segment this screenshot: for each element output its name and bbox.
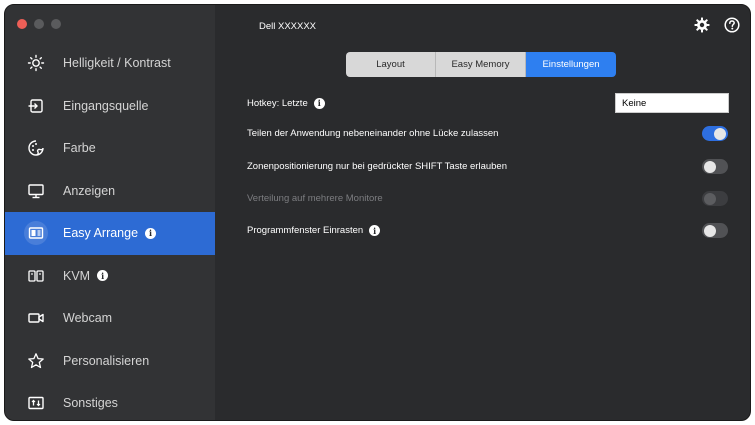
tab-layout[interactable]: Layout <box>346 52 436 77</box>
sidebar-item-label: KVM <box>63 268 91 283</box>
zone-toggle[interactable] <box>702 159 728 174</box>
sidebar-item-easy-arrange[interactable]: Easy Arrange i <box>5 212 215 255</box>
toggle-knob <box>714 127 726 140</box>
tab-bar: Layout Easy Memory Einstellungen <box>346 52 616 77</box>
tab-settings[interactable]: Einstellungen <box>526 52 616 77</box>
sidebar-item-brightness[interactable]: Helligkeit / Kontrast <box>5 42 215 85</box>
input-source-icon <box>25 95 47 117</box>
sidebar-item-label: Sonstiges <box>63 396 118 411</box>
snap-toggle[interactable] <box>702 223 728 238</box>
share-label: Teilen der Anwendung nebeneinander ohne … <box>247 128 499 139</box>
sidebar-item-display[interactable]: Anzeigen <box>5 170 215 213</box>
main-panel: Dell XXXXXX Layout Easy Memory Einstellu… <box>215 5 750 420</box>
toggle-knob <box>704 192 716 205</box>
toggle-knob <box>704 160 716 173</box>
sidebar-item-personalize[interactable]: Personalisieren <box>5 340 215 383</box>
sidebar-item-label: Eingangsquelle <box>63 98 149 113</box>
minimize-window-button[interactable] <box>34 19 44 29</box>
app-window: Helligkeit / Kontrast Eingangsquelle Far… <box>4 4 751 421</box>
hotkey-label: Hotkey: Letzte <box>247 97 308 109</box>
zone-setting: Zonenpositionierung nur bei gedrückter S… <box>247 159 728 174</box>
zoom-window-button[interactable] <box>51 19 61 29</box>
hotkey-setting: Hotkey: Letzte i <box>247 93 729 113</box>
kvm-icon <box>25 265 47 287</box>
sidebar: Helligkeit / Kontrast Eingangsquelle Far… <box>5 5 215 420</box>
sidebar-item-webcam[interactable]: Webcam <box>5 297 215 340</box>
gear-icon[interactable] <box>694 17 710 38</box>
sidebar-item-label: Anzeigen <box>63 183 116 198</box>
window-title: Dell XXXXXX <box>259 21 317 32</box>
toggle-knob <box>704 224 716 237</box>
tab-easy-memory[interactable]: Easy Memory <box>436 52 526 77</box>
sidebar-item-label: Webcam <box>63 311 113 326</box>
multi-monitor-label: Verteilung auf mehrere Monitore <box>247 193 383 204</box>
close-window-button[interactable] <box>17 19 27 29</box>
sidebar-item-label: Helligkeit / Kontrast <box>63 56 171 71</box>
window-controls <box>17 19 61 29</box>
help-icon[interactable] <box>724 17 740 38</box>
share-setting: Teilen der Anwendung nebeneinander ohne … <box>247 126 728 141</box>
info-icon[interactable]: i <box>97 270 109 282</box>
webcam-icon <box>25 307 47 329</box>
star-icon <box>25 350 47 372</box>
info-icon[interactable]: i <box>313 97 325 109</box>
top-icons <box>694 17 740 38</box>
zone-label: Zonenpositionierung nur bei gedrückter S… <box>247 161 507 172</box>
hotkey-input[interactable] <box>615 93 729 113</box>
multi-monitor-toggle <box>702 191 728 206</box>
share-toggle[interactable] <box>702 126 728 141</box>
brightness-icon <box>25 52 47 74</box>
easy-arrange-icon <box>24 221 48 246</box>
others-icon <box>25 392 47 414</box>
sidebar-item-label: Farbe <box>63 141 96 156</box>
sidebar-item-label: Easy Arrange <box>63 226 139 241</box>
sidebar-item-others[interactable]: Sonstiges <box>5 382 215 420</box>
sidebar-item-kvm[interactable]: KVM i <box>5 255 215 298</box>
sidebar-nav: Helligkeit / Kontrast Eingangsquelle Far… <box>5 42 215 420</box>
info-icon[interactable]: i <box>369 225 381 236</box>
color-icon <box>25 137 47 159</box>
hotkey-label-group: Hotkey: Letzte i <box>247 97 325 109</box>
info-icon[interactable]: i <box>145 227 157 239</box>
snap-label-group: Programmfenster Einrasten i <box>247 225 381 236</box>
multi-monitor-setting: Verteilung auf mehrere Monitore <box>247 191 728 206</box>
snap-label: Programmfenster Einrasten <box>247 225 364 236</box>
display-icon <box>25 180 47 202</box>
sidebar-item-label: Personalisieren <box>63 353 150 368</box>
sidebar-item-color[interactable]: Farbe <box>5 127 215 170</box>
snap-setting: Programmfenster Einrasten i <box>247 223 728 238</box>
sidebar-item-input-source[interactable]: Eingangsquelle <box>5 85 215 128</box>
